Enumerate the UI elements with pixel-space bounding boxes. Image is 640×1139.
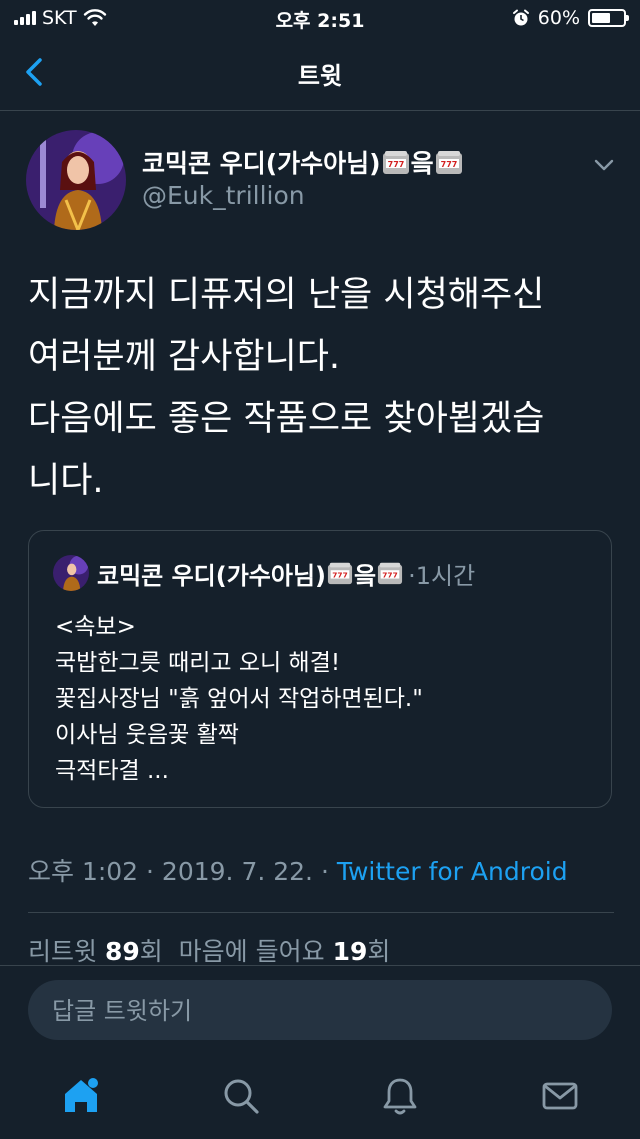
quoted-author-name: 코믹콘 우디(가수아님) 777 읔 777 [97,556,404,591]
author-name[interactable]: 코믹콘 우디(가수아님) 777 읔 777 [142,144,464,180]
battery-icon [588,9,629,27]
slot-machine-icon: 777 [327,562,353,585]
messages-envelope-icon[interactable] [538,1074,582,1118]
battery-percentage: 60% [537,7,580,29]
divider [28,912,614,913]
author-name-suffix: 읔 [410,149,434,178]
quoted-tweet-time: ·1시간 [408,561,476,590]
likes-unit: 회 [367,937,391,966]
likes-label: 마음에 들어요 [178,937,333,966]
slot-machine-icon: 777 [435,151,462,174]
quoted-tweet-header: 코믹콘 우디(가수아님) 777 읔 777 ·1시간 [53,555,475,591]
svg-text:777: 777 [382,571,397,580]
caret-down-icon[interactable] [592,156,616,174]
svg-text:777: 777 [387,160,404,169]
notifications-bell-icon[interactable] [378,1074,422,1118]
divider [0,965,640,966]
svg-text:777: 777 [332,571,347,580]
retweets-unit: 회 [139,937,163,966]
tweet-timestamp: 오후 1:02 · 2019. 7. 22. · [28,857,337,886]
alarm-clock-icon [512,9,529,26]
bottom-tab-bar [0,1050,640,1139]
search-icon[interactable] [219,1074,263,1118]
quoted-tweet-card[interactable]: 코믹콘 우디(가수아님) 777 읔 777 ·1시간 <속보> 국밥한그릇 때… [28,530,612,808]
author-handle[interactable]: @Euk_trillion [142,181,305,210]
likes-stat[interactable]: 마음에 들어요 19회 [179,937,391,966]
tweet-meta: 오후 1:02 · 2019. 7. 22. · Twitter for And… [28,852,568,888]
retweets-stat[interactable]: 리트윗 89회 [28,937,163,966]
tweet-text: 지금까지 디퓨저의 난을 시청해주신 여러분께 감사합니다. 다음에도 좋은 작… [28,275,545,501]
author-avatar[interactable] [26,130,126,230]
svg-text:777: 777 [440,160,457,169]
page-title: 트윗 [297,62,343,90]
quoted-author-display-name: 코믹콘 우디(가수아님) [97,561,327,590]
likes-count: 19 [332,937,368,966]
tweet-stats: 리트윗 89회 마음에 들어요 19회 [28,932,390,968]
quoted-author-name-suffix: 읔 [354,561,377,590]
quoted-tweet-text: <속보> 국밥한그릇 때리고 오니 해결! 꽃집사장님 "흙 엎어서 작업하면된… [55,614,423,784]
retweets-label: 리트윗 [28,937,105,966]
status-right: 60% [512,7,629,29]
author-display-name: 코믹콘 우디(가수아님) [142,149,381,178]
retweets-count: 89 [104,937,140,966]
home-icon[interactable] [59,1074,103,1118]
tweet-source-link[interactable]: Twitter for Android [337,857,568,886]
reply-bar [28,980,612,1042]
slot-machine-icon: 777 [378,562,403,585]
quoted-author-avatar [53,555,89,591]
slot-machine-icon: 777 [382,151,409,174]
navigation-bar: 트윗 [0,36,640,111]
status-bar: SKT 오후 2:51 60% [0,0,640,36]
reply-input[interactable] [50,980,594,1042]
